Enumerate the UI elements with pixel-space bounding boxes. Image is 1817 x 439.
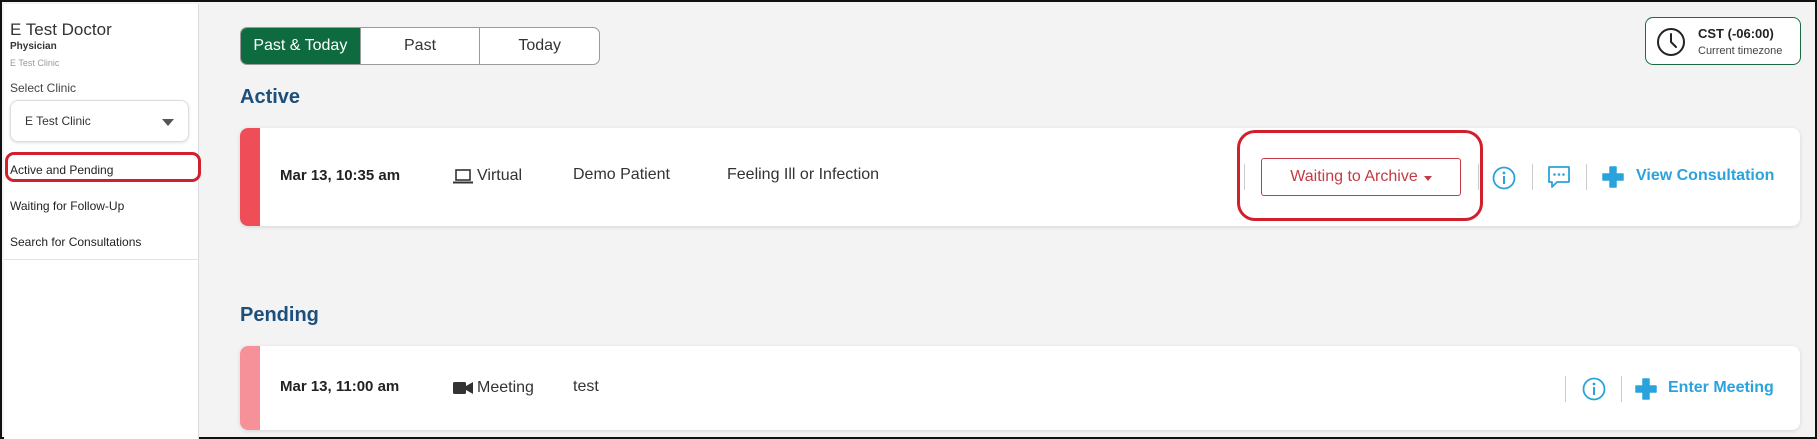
divider (1621, 376, 1622, 402)
divider (1586, 164, 1587, 190)
divider (1532, 164, 1533, 190)
sidebar: E Test Doctor Physician E Test Clinic Se… (4, 4, 199, 439)
enter-meeting-link[interactable]: Enter Meeting (1668, 379, 1774, 397)
clinic-select[interactable]: E Test Clinic (10, 100, 189, 142)
consultation-card-active: Mar 13, 10:35 am Virtual Demo Patient Fe… (240, 128, 1800, 226)
tab-past-and-today[interactable]: Past & Today (241, 28, 361, 64)
plus-icon[interactable] (1635, 378, 1657, 400)
sidebar-item-waiting-for-follow-up[interactable]: Waiting for Follow-Up (10, 199, 124, 213)
sidebar-divider (4, 259, 199, 260)
clock-icon (1657, 28, 1685, 56)
section-title-active: Active (240, 86, 301, 108)
timezone-badge[interactable]: CST (-06:00) Current timezone (1645, 17, 1801, 65)
active-nav-highlight (5, 152, 201, 182)
status-highlight-annotation (1237, 130, 1483, 221)
consultation-card-pending: Mar 13, 11:00 am Meeting test Enter Meet… (240, 346, 1800, 430)
laptop-icon (453, 169, 473, 184)
section-title-pending: Pending (240, 304, 319, 326)
doctor-clinic: E Test Clinic (10, 58, 60, 68)
tab-past[interactable]: Past (361, 28, 481, 64)
tab-today[interactable]: Today (480, 28, 599, 64)
plus-icon[interactable] (1602, 166, 1624, 188)
consultation-reason: Feeling Ill or Infection (727, 166, 880, 183)
app-frame: E Test Doctor Physician E Test Clinic Se… (0, 0, 1817, 439)
clinic-select-value: E Test Clinic (25, 114, 91, 128)
filter-tabs: Past & Today Past Today (240, 27, 600, 65)
divider (1565, 376, 1566, 402)
consultation-type: Virtual (477, 167, 523, 184)
patient-name: Demo Patient (573, 166, 670, 183)
info-icon[interactable] (1492, 166, 1516, 190)
sidebar-item-search-for-consultations[interactable]: Search for Consultations (10, 235, 141, 249)
consultation-datetime: Mar 13, 10:35 am (280, 167, 401, 184)
video-camera-icon (453, 382, 473, 394)
chat-icon[interactable] (1547, 165, 1571, 189)
doctor-role: Physician (10, 41, 57, 52)
info-icon[interactable] (1582, 377, 1606, 401)
select-clinic-label: Select Clinic (10, 81, 77, 95)
doctor-name: E Test Doctor (10, 20, 112, 39)
chevron-down-icon (162, 119, 174, 126)
status-stripe (240, 346, 260, 430)
timezone-sublabel: Current timezone (1698, 45, 1783, 57)
consultation-type: Meeting (477, 379, 534, 396)
consultation-datetime: Mar 13, 11:00 am (280, 378, 400, 395)
view-consultation-link[interactable]: View Consultation (1636, 167, 1774, 185)
patient-name: test (573, 378, 599, 395)
timezone-label: CST (-06:00) (1698, 26, 1774, 41)
status-stripe (240, 128, 260, 226)
